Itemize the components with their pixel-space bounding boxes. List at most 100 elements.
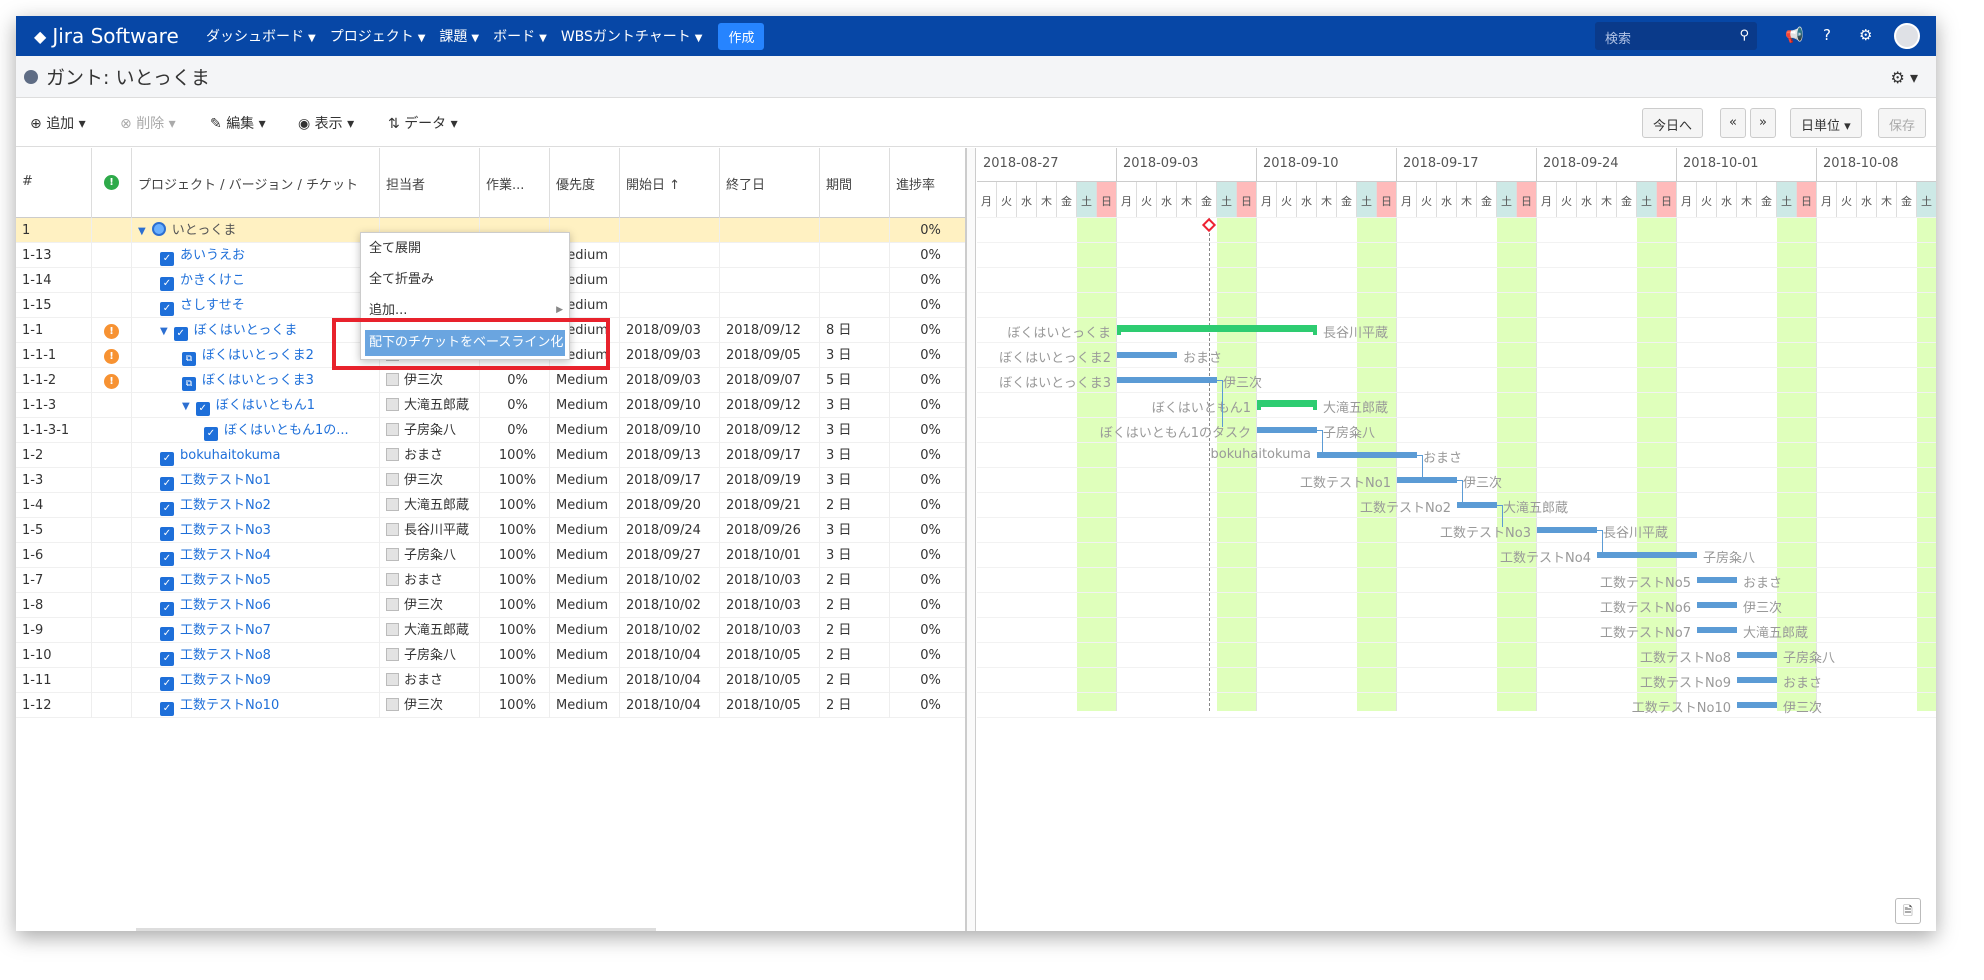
table-row[interactable]: 1-11 ✓ 工数テストNo9 おまさ 100% Medium 2018/10/04 2018…	[16, 668, 965, 693]
search-input[interactable]: 検索 ⚲	[1595, 22, 1757, 50]
cell-start: 2018/09/03	[620, 368, 720, 393]
gantt-bar[interactable]	[1257, 427, 1317, 433]
day-header: 木	[1597, 182, 1617, 218]
gantt-bar[interactable]	[1737, 652, 1777, 658]
table-row[interactable]: 1-5 ✓ 工数テストNo3 長谷川平蔵 100% Medium 2018/09/24 201…	[16, 518, 965, 543]
gantt-bar[interactable]	[1737, 702, 1777, 708]
cell-num: 1-11	[16, 668, 92, 693]
jira-logo[interactable]: ◆ Jira Software	[16, 24, 206, 48]
menu-expand-all[interactable]: 全て展開	[361, 233, 569, 264]
delete-button[interactable]: ⊗ 削除 ▾	[120, 113, 176, 133]
cell-priority: Medium	[550, 643, 620, 668]
today-button[interactable]: 今日へ	[1642, 108, 1704, 138]
col-issue[interactable]: !	[92, 148, 132, 218]
ticket-link[interactable]: 工数テストNo4	[180, 548, 271, 563]
cell-progress: 0%	[890, 393, 965, 418]
table-row[interactable]: 1-9 ✓ 工数テストNo7 大滝五郎蔵 100% Medium 2018/10/02 201…	[16, 618, 965, 643]
expand-toggle-icon[interactable]: ▼	[182, 401, 190, 412]
table-row[interactable]: 1-1-2! ⧉ ぼくはいとっくま3 伊三次 0% Medium 2018/09/03 201…	[16, 368, 965, 393]
gantt-bar[interactable]	[1457, 502, 1497, 508]
ticket-link[interactable]: 工数テストNo1	[180, 473, 271, 488]
col-priority[interactable]: 優先度	[550, 148, 620, 218]
ticket-link[interactable]: ぼくはいともん1の...	[224, 423, 349, 438]
table-row[interactable]: 1-7 ✓ 工数テストNo5 おまさ 100% Medium 2018/10/02 2018/…	[16, 568, 965, 593]
nav-wbs-gantt[interactable]: WBSガントチャート ▼	[561, 26, 703, 46]
table-row[interactable]: 1-8 ✓ 工数テストNo6 伊三次 100% Medium 2018/10/02 2018/…	[16, 593, 965, 618]
expand-toggle-icon[interactable]: ▼	[160, 326, 168, 337]
cell-priority: Medium	[550, 668, 620, 693]
table-row[interactable]: 1-4 ✓ 工数テストNo2 大滝五郎蔵 100% Medium 2018/09/20 201…	[16, 493, 965, 518]
col-assignee[interactable]: 担当者	[380, 148, 480, 218]
gantt-bar[interactable]	[1117, 352, 1177, 358]
gantt-bar[interactable]	[1317, 452, 1417, 458]
ticket-link[interactable]: ぼくはいとっくま	[194, 323, 298, 338]
gantt-bar[interactable]	[1697, 602, 1737, 608]
gantt-bar[interactable]	[1397, 477, 1457, 483]
table-row[interactable]: 1-10 ✓ 工数テストNo8 子房粂八 100% Medium 2018/10/04 201…	[16, 643, 965, 668]
gantt-bar[interactable]	[1597, 552, 1697, 558]
splitter[interactable]	[966, 148, 976, 931]
gantt-bar[interactable]	[1697, 627, 1737, 633]
ticket-link[interactable]: 工数テストNo10	[180, 698, 279, 713]
ticket-link[interactable]: 工数テストNo7	[180, 623, 271, 638]
menu-collapse-all[interactable]: 全て折畳み	[361, 264, 569, 295]
add-button[interactable]: ⊕ 追加 ▾	[30, 113, 86, 133]
ticket-link[interactable]: 工数テストNo2	[180, 498, 271, 513]
gantt-bar[interactable]	[1257, 400, 1317, 407]
unit-select[interactable]: 日単位 ▾	[1790, 108, 1862, 138]
view-button[interactable]: ◉ 表示 ▾	[298, 113, 354, 133]
ticket-link[interactable]: 工数テストNo9	[180, 673, 271, 688]
ticket-link[interactable]: ぼくはいとっくま3	[202, 373, 314, 388]
table-row[interactable]: 1-3 ✓ 工数テストNo1 伊三次 100% Medium 2018/09/17 2018/…	[16, 468, 965, 493]
col-start[interactable]: 開始日 ↑	[620, 148, 720, 218]
edit-button[interactable]: ✎ 編集 ▾	[210, 113, 266, 133]
col-num[interactable]: #	[16, 148, 92, 218]
ticket-link[interactable]: ぼくはいとっくま2	[202, 348, 314, 363]
user-avatar[interactable]	[1894, 23, 1920, 49]
day-header: 日	[1657, 182, 1677, 218]
prev-button[interactable]: «	[1720, 108, 1746, 138]
table-row[interactable]: 1-6 ✓ 工数テストNo4 子房粂八 100% Medium 2018/09/27 2018…	[16, 543, 965, 568]
gear-icon[interactable]: ⚙	[1859, 26, 1872, 44]
ticket-link[interactable]: さしすせそ	[180, 298, 245, 313]
gantt-bar[interactable]	[1117, 377, 1217, 383]
ticket-link[interactable]: 工数テストNo3	[180, 523, 271, 538]
megaphone-icon[interactable]: 📢	[1785, 26, 1804, 44]
table-row[interactable]: 1-1-3 ▼ ✓ ぼくはいともん1 大滝五郎蔵 0% Medium 2018/09/10 20…	[16, 393, 965, 418]
cell-issue	[92, 543, 132, 568]
next-button[interactable]: »	[1750, 108, 1776, 138]
ticket-link[interactable]: 工数テストNo8	[180, 648, 271, 663]
help-icon[interactable]: ?	[1823, 26, 1831, 44]
dependency-line	[1217, 380, 1223, 427]
horizontal-scrollbar[interactable]	[136, 928, 656, 931]
table-row[interactable]: 1-12 ✓ 工数テストNo10 伊三次 100% Medium 2018/10/04 201…	[16, 693, 965, 718]
table-row[interactable]: 1-2 ✓ bokuhaitokuma おまさ 100% Medium 2018/09/13…	[16, 443, 965, 468]
data-button[interactable]: ⇅ データ ▾	[388, 113, 458, 133]
gantt-bar[interactable]	[1117, 325, 1317, 332]
gantt-bar[interactable]	[1537, 527, 1597, 533]
nav-issues[interactable]: 課題 ▼	[439, 26, 479, 46]
ticket-link[interactable]: あいうえお	[180, 248, 245, 263]
ticket-link[interactable]: ぼくはいともん1	[216, 398, 315, 413]
expand-toggle-icon[interactable]: ▼	[138, 226, 146, 237]
nav-boards[interactable]: ボード ▼	[493, 26, 547, 46]
gantt-bar[interactable]	[1697, 577, 1737, 583]
cell-title: ✓ さしすせそ	[132, 293, 380, 318]
col-work[interactable]: 作業...	[480, 148, 550, 218]
ticket-link[interactable]: 工数テストNo5	[180, 573, 271, 588]
nav-projects[interactable]: プロジェクト ▼	[330, 26, 426, 46]
ticket-link[interactable]: かきくけこ	[180, 273, 245, 288]
ticket-link[interactable]: bokuhaitokuma	[180, 448, 280, 463]
save-button[interactable]: 保存	[1878, 108, 1927, 138]
document-icon[interactable]: 🗎	[1895, 898, 1921, 924]
col-title[interactable]: プロジェクト / バージョン / チケット	[132, 148, 380, 218]
nav-dashboard[interactable]: ダッシュボード ▼	[206, 26, 316, 46]
col-period[interactable]: 期間	[820, 148, 890, 218]
col-progress[interactable]: 進捗率	[890, 148, 965, 218]
gantt-bar[interactable]	[1737, 677, 1777, 683]
col-end[interactable]: 終了日	[720, 148, 820, 218]
create-button[interactable]: 作成	[718, 22, 765, 50]
ticket-link[interactable]: 工数テストNo6	[180, 598, 271, 613]
settings-gear-icon[interactable]: ⚙ ▾	[1891, 68, 1918, 87]
table-row[interactable]: 1-1-3-1 ✓ ぼくはいともん1の... 子房粂八 0% Medium 2018/09/…	[16, 418, 965, 443]
